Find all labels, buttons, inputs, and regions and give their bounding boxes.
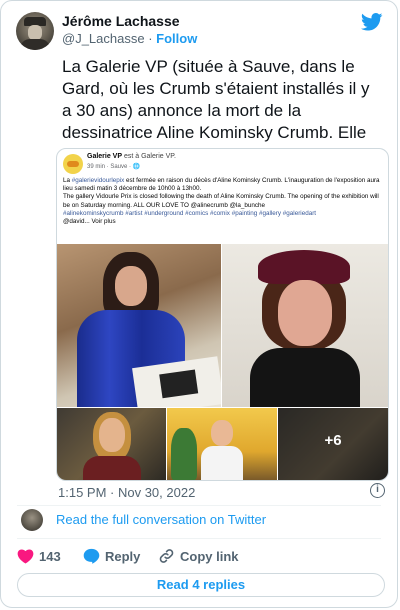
author-avatar[interactable] [16, 12, 54, 50]
photo-thumb-1[interactable] [57, 408, 166, 480]
link-icon [159, 549, 174, 563]
read-replies-button[interactable]: Read 4 replies [17, 573, 385, 597]
author-handle-row: @J_Lachasse · Follow [62, 31, 197, 46]
facebook-post-body: La #galerievidourlepix est fermée en rai… [63, 177, 380, 226]
read-conversation-link[interactable]: Read the full conversation on Twitter [56, 512, 266, 527]
author-name[interactable]: Jérôme Lachasse [62, 13, 180, 29]
more-photos-count: +6 [324, 432, 342, 449]
tweet-card: Jérôme Lachasse @J_Lachasse · Follow La … [0, 0, 398, 608]
photo-thumb-more[interactable]: +6 [278, 408, 388, 480]
separator-dot: · [148, 31, 153, 46]
photo-artist-signing[interactable] [57, 244, 221, 407]
divider [17, 538, 381, 539]
tweet-timestamp[interactable]: 1:15 PM · Nov 30, 2022 [58, 485, 195, 500]
reply-bubble-icon [83, 548, 100, 564]
copy-link-label: Copy link [180, 549, 239, 564]
reply-label: Reply [105, 549, 141, 564]
author-handle[interactable]: @J_Lachasse [62, 31, 145, 46]
conversation-avatar[interactable] [21, 509, 43, 531]
embedded-media[interactable]: Galerie VP est à Galerie VP. 39 min · Sa… [56, 148, 389, 481]
facebook-post-meta: 39 min · Sauve · 🌐 [87, 164, 141, 170]
photo-thumb-2[interactable] [167, 408, 277, 480]
photo-artist-portrait[interactable] [222, 244, 388, 407]
divider [17, 505, 381, 506]
twitter-bird-icon[interactable] [361, 13, 383, 31]
facebook-post-title: Galerie VP est à Galerie VP. [87, 153, 176, 160]
follow-button[interactable]: Follow [156, 31, 197, 46]
gallery-logo-icon [63, 154, 83, 174]
like-count: 143 [39, 549, 61, 564]
info-icon[interactable]: i [370, 483, 385, 498]
heart-icon [17, 549, 34, 564]
